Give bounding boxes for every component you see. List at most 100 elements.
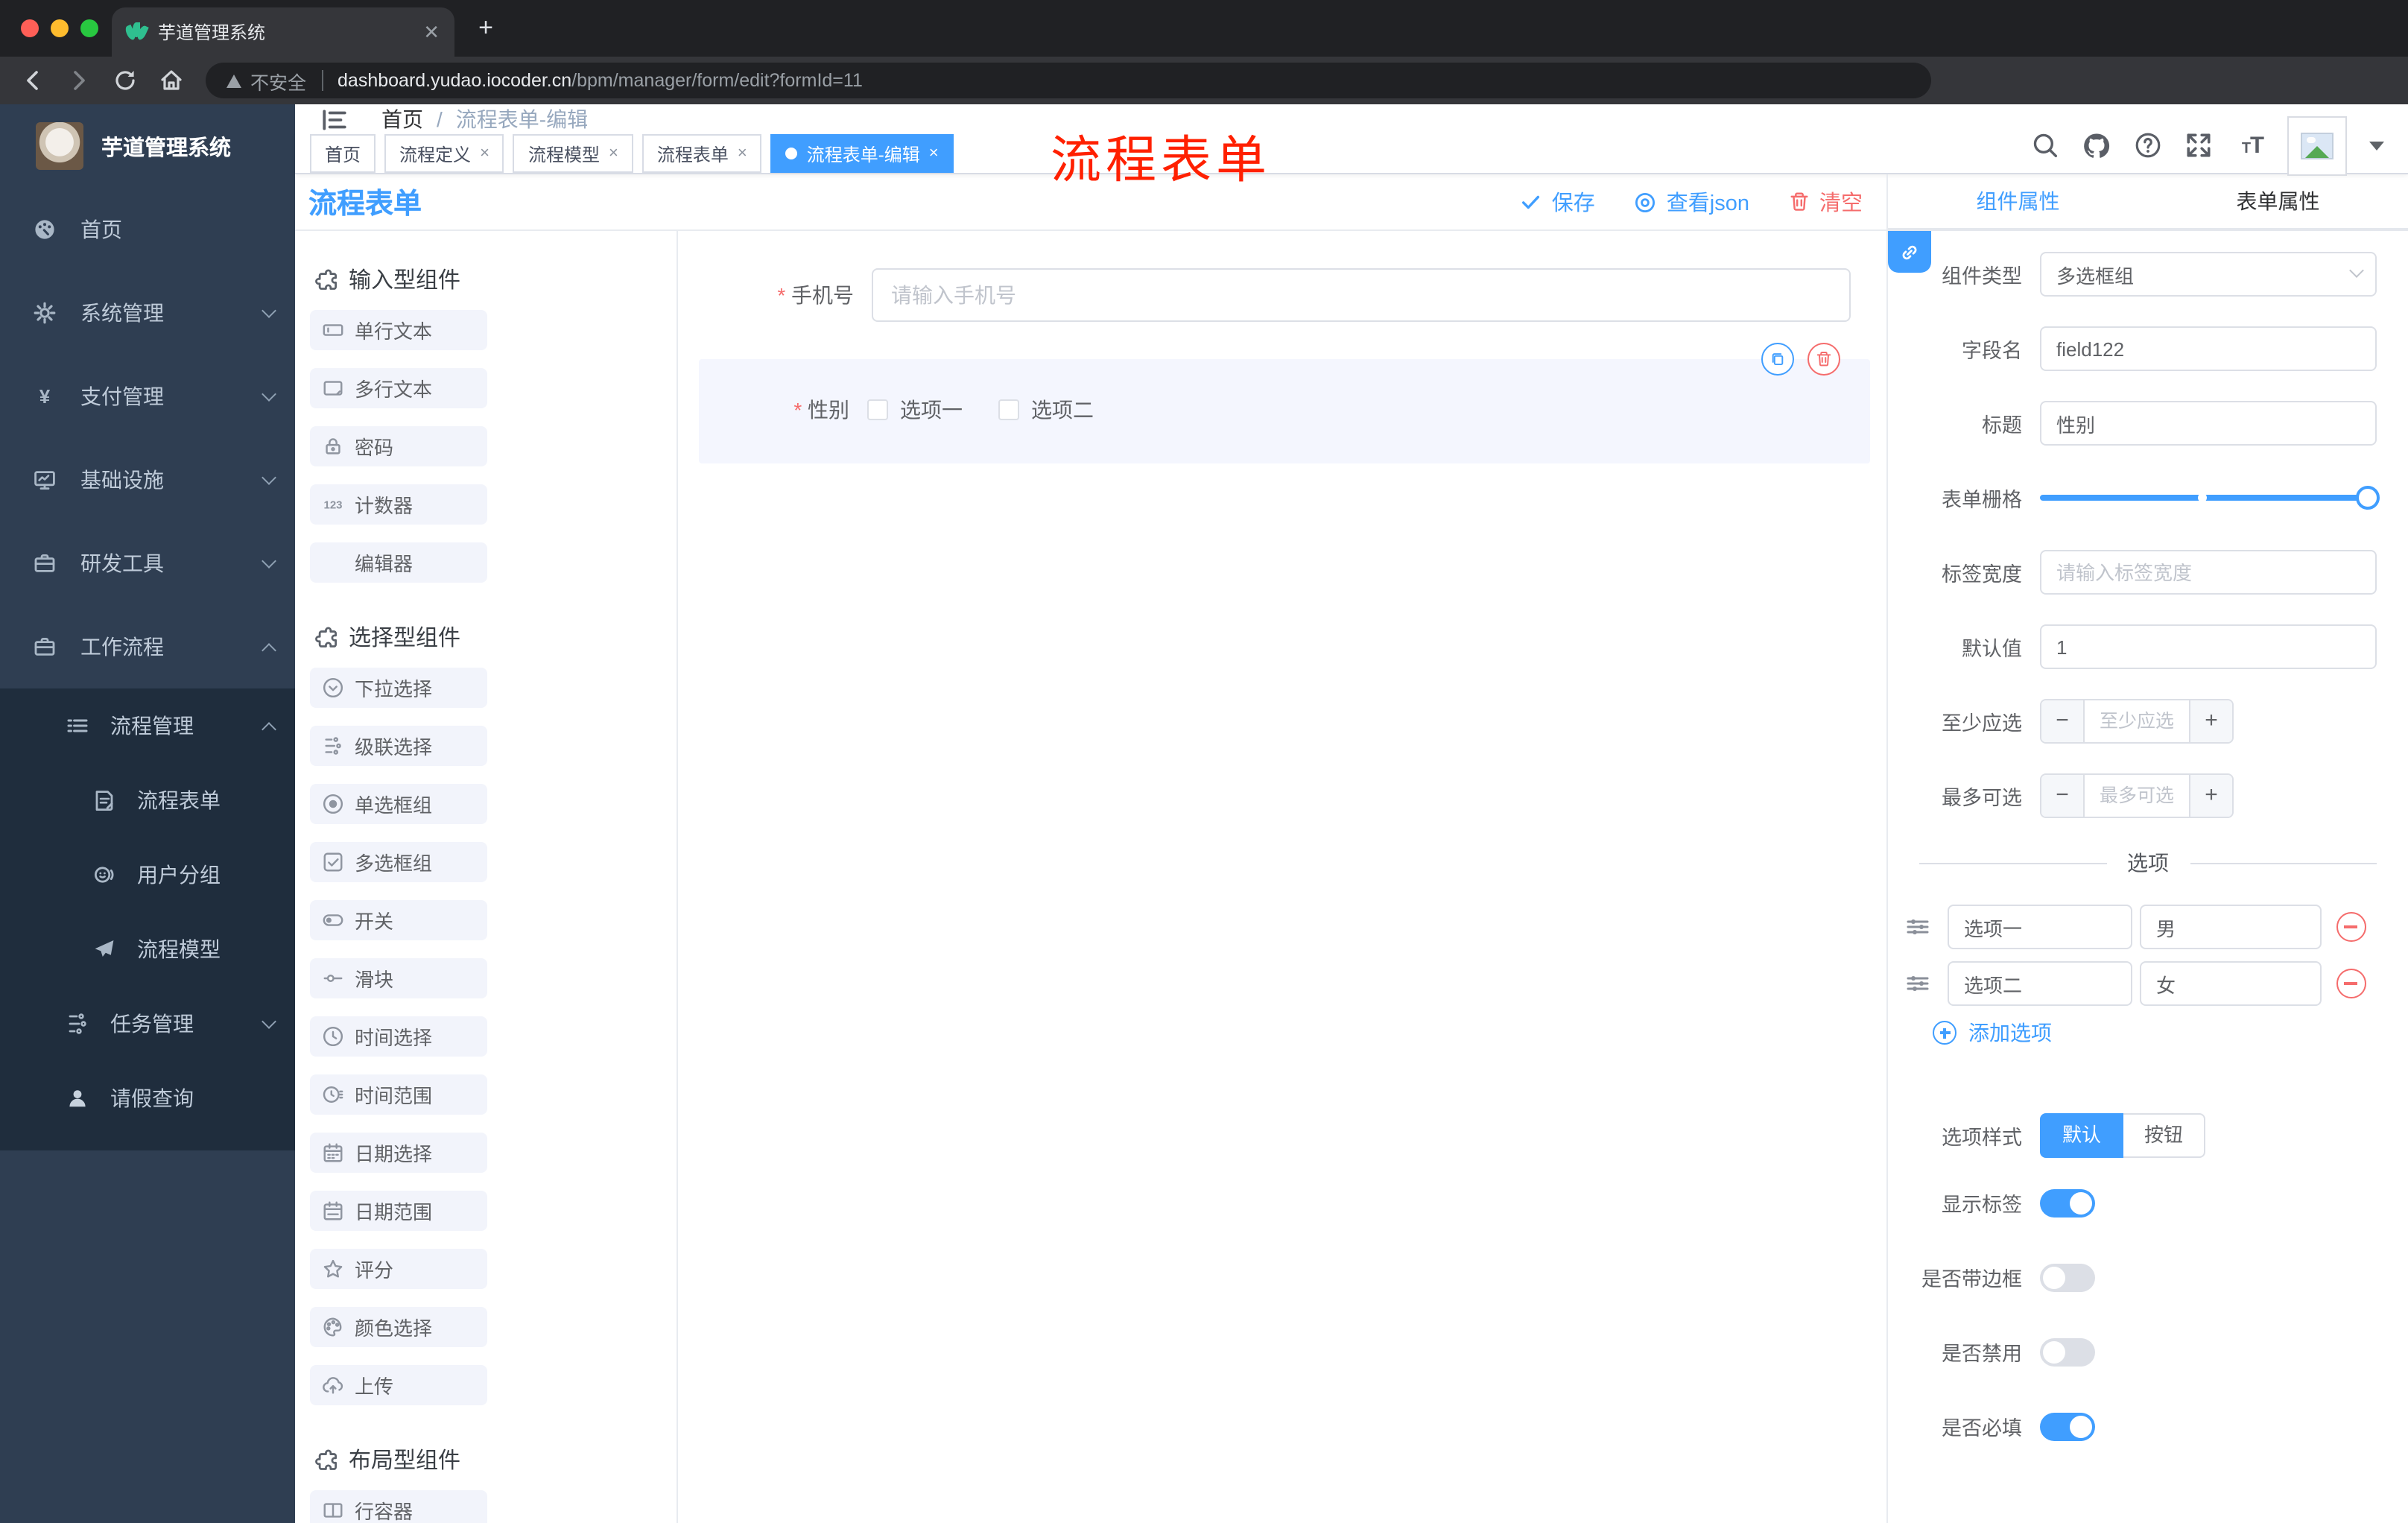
tab-form-props[interactable]: 表单属性 bbox=[2148, 174, 2408, 231]
tag-process-model[interactable]: 流程模型 × bbox=[513, 134, 633, 173]
copy-component-button[interactable] bbox=[1761, 343, 1794, 376]
save-button[interactable]: 保存 bbox=[1521, 186, 1595, 218]
help-icon[interactable] bbox=[2134, 131, 2162, 159]
new-tab-button[interactable]: + bbox=[474, 15, 498, 40]
back-icon[interactable] bbox=[19, 67, 46, 94]
gender-option2-checkbox[interactable] bbox=[998, 399, 1019, 420]
sidebar-item-process-form[interactable]: 流程表单 bbox=[0, 763, 295, 838]
tag-process-form[interactable]: 流程表单 × bbox=[641, 134, 762, 173]
close-tag-icon[interactable]: × bbox=[480, 145, 489, 162]
chip-multi-line-text[interactable]: 多行文本 bbox=[310, 368, 487, 408]
user-avatar[interactable] bbox=[2287, 115, 2347, 175]
sidebar-item-devtools[interactable]: 研发工具 bbox=[0, 522, 295, 605]
chip-checkbox-group[interactable]: 多选框组 bbox=[310, 842, 487, 882]
view-json-button[interactable]: 查看json bbox=[1634, 186, 1749, 218]
breadcrumb-home[interactable]: 首页 bbox=[381, 104, 423, 134]
show-label-switch[interactable] bbox=[2040, 1188, 2095, 1217]
phone-field-row[interactable]: 手机号 bbox=[678, 268, 1886, 322]
sidebar-item-task-mgmt[interactable]: 任务管理 bbox=[0, 987, 295, 1061]
gender-option1-checkbox[interactable] bbox=[867, 399, 888, 420]
tab-component-props[interactable]: 组件属性 bbox=[1888, 174, 2148, 231]
sidebar-item-user-group[interactable]: 用户分组 bbox=[0, 838, 295, 912]
not-secure-label[interactable]: 不安全 bbox=[250, 66, 306, 95]
title-input[interactable] bbox=[2040, 401, 2377, 446]
collapse-sidebar-icon[interactable] bbox=[320, 105, 349, 133]
tag-process-form-edit[interactable]: 流程表单-编辑 × bbox=[770, 134, 954, 173]
avatar-caret-icon[interactable] bbox=[2369, 141, 2384, 150]
gender-option1-label[interactable]: 选项一 bbox=[900, 395, 963, 425]
sidebar-item-system[interactable]: 系统管理 bbox=[0, 271, 295, 355]
sidebar-item-leave-query[interactable]: 请假查询 bbox=[0, 1061, 295, 1136]
home-icon[interactable] bbox=[158, 67, 185, 94]
with-border-switch[interactable] bbox=[2040, 1263, 2095, 1291]
decrease-button[interactable]: − bbox=[2041, 700, 2083, 742]
sidebar-item-process-mgmt[interactable]: 流程管理 bbox=[0, 688, 295, 763]
tag-process-definition[interactable]: 流程定义 × bbox=[384, 134, 504, 173]
minimize-window-button[interactable] bbox=[51, 19, 69, 37]
close-tag-icon[interactable]: × bbox=[609, 145, 618, 162]
chip-time-picker[interactable]: 时间选择 bbox=[310, 1016, 487, 1057]
github-icon[interactable] bbox=[2082, 130, 2111, 160]
close-window-button[interactable] bbox=[21, 19, 39, 37]
close-tag-icon[interactable]: × bbox=[738, 145, 747, 162]
chip-counter[interactable]: 计数器 bbox=[310, 484, 487, 525]
close-tab-icon[interactable]: ✕ bbox=[423, 20, 440, 44]
option-value-input[interactable] bbox=[2140, 961, 2322, 1006]
selected-component-gender[interactable]: 性别 选项一 选项二 bbox=[699, 343, 1870, 463]
forward-icon[interactable] bbox=[66, 67, 92, 94]
add-option-button[interactable]: 添加选项 bbox=[1933, 1018, 2408, 1048]
chip-row-container[interactable]: 行容器 bbox=[310, 1490, 487, 1523]
chip-color-picker[interactable]: 颜色选择 bbox=[310, 1307, 487, 1347]
disabled-switch[interactable] bbox=[2040, 1337, 2095, 1366]
chip-upload[interactable]: 上传 bbox=[310, 1365, 487, 1405]
sidebar-item-infra[interactable]: 基础设施 bbox=[0, 438, 295, 522]
remove-option-button[interactable] bbox=[2336, 969, 2366, 998]
font-size-icon[interactable] bbox=[2235, 130, 2265, 160]
increase-button[interactable]: + bbox=[2190, 775, 2232, 817]
chip-switch[interactable]: 开关 bbox=[310, 900, 487, 940]
style-button-button[interactable]: 按钮 bbox=[2123, 1113, 2206, 1158]
option-value-input[interactable] bbox=[2140, 905, 2322, 949]
chip-radio-group[interactable]: 单选框组 bbox=[310, 784, 487, 824]
gender-option2-label[interactable]: 选项二 bbox=[1031, 395, 1094, 425]
label-width-input[interactable] bbox=[2040, 550, 2377, 595]
form-grid-slider[interactable] bbox=[2040, 475, 2380, 520]
chip-date-picker[interactable]: 日期选择 bbox=[310, 1133, 487, 1173]
chip-cascader[interactable]: 级联选择 bbox=[310, 726, 487, 766]
drag-handle-icon[interactable] bbox=[1888, 970, 1948, 997]
chip-rate[interactable]: 评分 bbox=[310, 1249, 487, 1289]
sidebar-item-payment[interactable]: 支付管理 bbox=[0, 355, 295, 438]
chip-single-line-text[interactable]: 单行文本 bbox=[310, 310, 487, 350]
option-label-input[interactable] bbox=[1948, 961, 2132, 1006]
chip-slider[interactable]: 滑块 bbox=[310, 958, 487, 998]
search-icon[interactable] bbox=[2031, 131, 2059, 159]
style-default-button[interactable]: 默认 bbox=[2040, 1113, 2124, 1158]
chip-password[interactable]: 密码 bbox=[310, 426, 487, 466]
option-label-input[interactable] bbox=[1948, 905, 2132, 949]
slider-handle[interactable] bbox=[2356, 486, 2380, 510]
fullscreen-icon[interactable] bbox=[2184, 131, 2213, 159]
address-bar[interactable]: 不安全 dashboard.yudao.iocoder.cn /bpm/mana… bbox=[206, 63, 1931, 98]
remove-option-button[interactable] bbox=[2336, 912, 2366, 942]
close-tag-icon[interactable]: × bbox=[929, 145, 939, 162]
chip-editor[interactable]: 编辑器 bbox=[310, 542, 487, 583]
chip-time-range[interactable]: 时间范围 bbox=[310, 1074, 487, 1115]
drag-handle-icon[interactable] bbox=[1888, 914, 1948, 940]
sidebar-item-home[interactable]: 首页 bbox=[0, 188, 295, 271]
clear-button[interactable]: 清空 bbox=[1788, 186, 1863, 218]
chip-select[interactable]: 下拉选择 bbox=[310, 668, 487, 708]
tag-home[interactable]: 首页 bbox=[310, 134, 376, 173]
increase-button[interactable]: + bbox=[2190, 700, 2232, 742]
field-name-input[interactable] bbox=[2040, 326, 2377, 371]
decrease-button[interactable]: − bbox=[2041, 775, 2083, 817]
browser-tab[interactable]: 芋道管理系统 ✕ bbox=[112, 7, 454, 57]
zoom-window-button[interactable] bbox=[80, 19, 98, 37]
chip-date-range[interactable]: 日期范围 bbox=[310, 1191, 487, 1231]
reload-icon[interactable] bbox=[112, 67, 139, 94]
sidebar-item-workflow[interactable]: 工作流程 bbox=[0, 605, 295, 688]
phone-input[interactable] bbox=[872, 268, 1851, 322]
default-value-input[interactable] bbox=[2040, 624, 2377, 669]
app-logo[interactable]: 芋道管理系统 bbox=[0, 104, 295, 188]
sidebar-item-process-model[interactable]: 流程模型 bbox=[0, 912, 295, 987]
required-switch[interactable] bbox=[2040, 1412, 2095, 1440]
